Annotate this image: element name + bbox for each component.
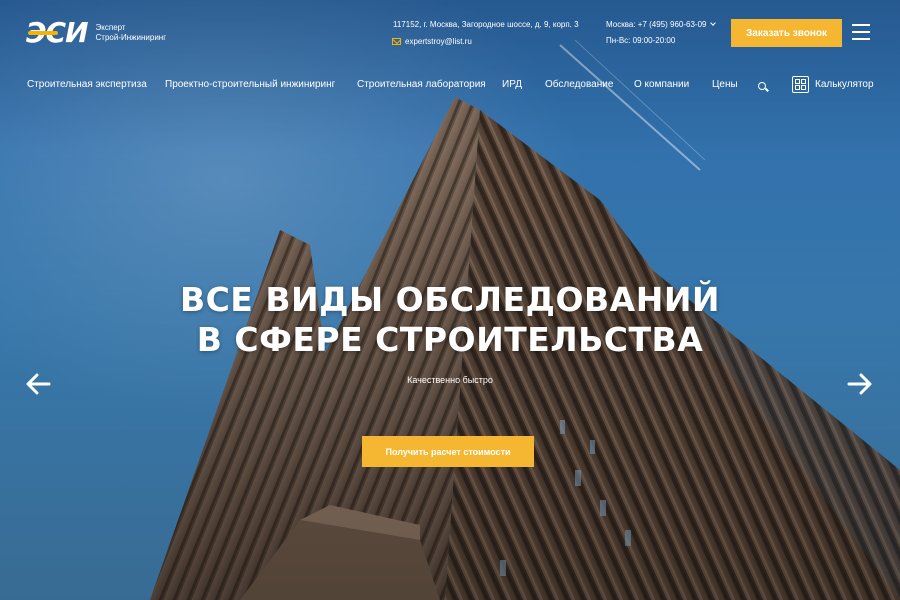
mail-icon [392,38,401,45]
site-header: ЭСИ Эксперт Строй-Инжиниринг 117152, г. … [0,0,900,66]
arrow-right-icon[interactable] [847,372,873,396]
nav-item-engineering[interactable]: Проектно-строительный инжиниринг [165,79,335,90]
calculator-label: Калькулятор [815,79,874,90]
working-hours: Пн-Вс: 09:00-20:00 [606,36,676,45]
calculator-icon [792,76,809,93]
get-price-button[interactable]: Получить расчет стоимости [362,436,534,467]
search-icon[interactable] [758,82,766,90]
nav-item-about[interactable]: О компании [634,79,689,90]
logo-accent-bar [28,31,58,35]
main-nav: Строительная экспертиза Проектно-строите… [0,74,900,98]
company-email[interactable]: expertstroy@list.ru [392,37,472,46]
nav-item-inspection[interactable]: Обследование [545,79,613,90]
nav-item-prices[interactable]: Цены [712,79,738,90]
site-logo[interactable]: ЭСИ Эксперт Строй-Инжиниринг [26,19,182,47]
logo-subtitle-line1: Эксперт [95,23,126,32]
phone-number[interactable]: Москва: +7 (495) 960-63-09 [606,20,706,29]
phone-selector[interactable]: Москва: +7 (495) 960-63-09 [606,20,717,29]
arrow-left-icon[interactable] [25,372,51,396]
nav-item-construction-expertise[interactable]: Строительная экспертиза [27,79,147,90]
calculator-link[interactable]: Калькулятор [792,76,874,93]
chevron-down-icon[interactable] [710,20,717,26]
logo-mark: ЭСИ [26,19,89,47]
hero-subtitle: Качественно быстро [407,375,493,385]
hamburger-icon[interactable] [852,24,870,40]
hero-title: ВСЕ ВИДЫ ОБСЛЕДОВАНИЙ В СФЕРЕ СТРОИТЕЛЬС… [0,280,900,360]
nav-item-ird[interactable]: ИРД [502,79,522,90]
order-call-button[interactable]: Заказать звонок [731,19,842,47]
logo-subtitle-line2: Строй-Инжиниринг [95,33,167,42]
email-link[interactable]: expertstroy@list.ru [405,37,472,46]
company-address: 117152, г. Москва, Загородное шоссе, д. … [393,20,579,29]
hero-title-line1: ВСЕ ВИДЫ ОБСЛЕДОВАНИЙ [179,280,721,319]
nav-item-laboratory[interactable]: Строительная лаборатория [357,79,486,90]
logo-subtitle: Эксперт Строй-Инжиниринг [96,23,182,43]
hero-title-line2: В СФЕРЕ СТРОИТЕЛЬСТВА [196,320,704,359]
